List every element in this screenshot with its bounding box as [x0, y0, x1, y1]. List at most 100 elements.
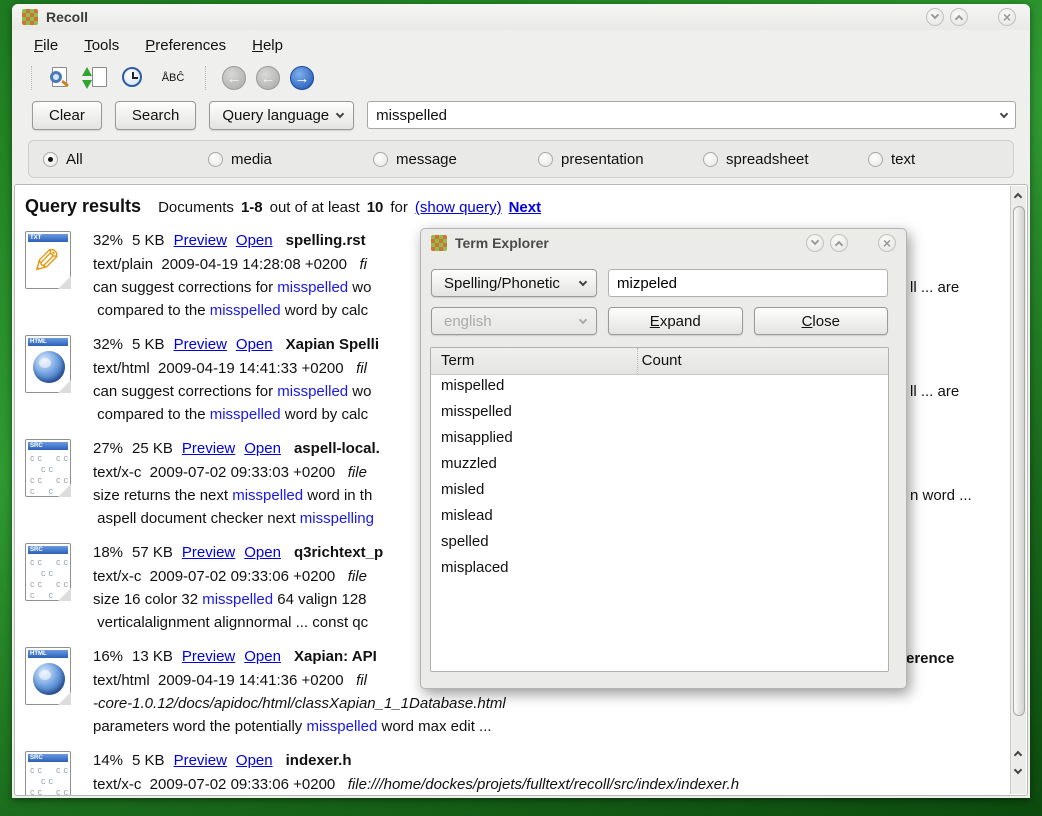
menu-preferences[interactable]: Preferences — [145, 37, 226, 54]
snippet-line: size returns the next misspelled word in… — [93, 484, 380, 507]
term-row[interactable]: misspelled — [431, 401, 888, 427]
dialog-close-action-button[interactable]: Close — [754, 307, 889, 335]
snippet-text: fi — [359, 256, 367, 273]
clear-button[interactable]: Clear — [32, 101, 102, 130]
term-row[interactable]: mislead — [431, 505, 888, 531]
filter-presentation[interactable]: presentation — [538, 151, 703, 168]
menu-tools[interactable]: Tools — [84, 37, 119, 54]
scroll-up-button[interactable] — [1011, 746, 1027, 762]
preview-link[interactable]: Preview — [174, 229, 227, 252]
search-input[interactable] — [376, 107, 1001, 124]
preview-link[interactable]: Preview — [174, 749, 227, 772]
file-type-label: SRC — [28, 754, 68, 762]
tool-bar: ÅBĈ ← ← → — [12, 60, 1030, 96]
open-link[interactable]: Open — [244, 437, 281, 460]
results-scrollbar[interactable] — [1010, 186, 1026, 794]
filter-text[interactable]: text — [868, 151, 915, 168]
src-file-icon[interactable]: SRCcc cc cc cc cc c c — [25, 439, 71, 497]
term-cell: mislead — [431, 505, 637, 531]
next-page-link[interactable]: Next — [509, 199, 542, 216]
chevron-down-icon[interactable] — [1000, 109, 1008, 117]
filter-media[interactable]: media — [208, 151, 373, 168]
highlighted-term: misspelled — [277, 279, 348, 296]
open-link[interactable]: Open — [244, 541, 281, 564]
file-size: 5 KB — [132, 749, 165, 772]
snippet-text: fil — [356, 672, 367, 689]
open-link[interactable]: Open — [236, 749, 273, 772]
scrollbar-thumb[interactable] — [1013, 206, 1025, 716]
src-file-icon[interactable]: SRCcc cc cc cc cc c c — [25, 543, 71, 601]
filter-all[interactable]: All — [43, 151, 208, 168]
scroll-down-button[interactable] — [1011, 764, 1027, 780]
relevance-percent: 32% — [93, 333, 123, 356]
relevance-percent: 16% — [93, 645, 123, 668]
page-fold — [58, 484, 71, 497]
term-row[interactable]: muzzled — [431, 453, 888, 479]
show-query-link[interactable]: (show query) — [415, 199, 502, 216]
snippet-line: text/x-c 2009-07-02 09:33:06 +0200 file:… — [93, 773, 739, 796]
expand-button[interactable]: Expand — [608, 307, 743, 335]
radio-icon[interactable] — [208, 152, 223, 167]
term-row[interactable]: misplaced — [431, 557, 888, 583]
query-language-dropdown[interactable]: Query language — [209, 101, 354, 130]
menu-file[interactable]: File — [34, 37, 58, 54]
dialog-shade-down-button[interactable] — [806, 234, 824, 252]
preview-link[interactable]: Preview — [174, 333, 227, 356]
radio-icon[interactable] — [868, 152, 883, 167]
dialog-shade-up-button[interactable] — [830, 234, 848, 252]
sort-parameters-icon[interactable] — [84, 65, 110, 91]
snippet-line: aspell document checker next misspelling — [93, 507, 380, 530]
search-button[interactable]: Search — [115, 101, 197, 130]
dialog-close-button[interactable]: × — [878, 234, 896, 252]
term-row[interactable]: mispelled — [431, 375, 888, 401]
chevron-down-icon — [579, 315, 587, 323]
advanced-search-icon[interactable] — [48, 65, 74, 91]
search-combo[interactable] — [367, 101, 1016, 129]
title-bar[interactable]: Recoll × — [12, 4, 1030, 30]
radio-icon[interactable] — [373, 152, 388, 167]
filter-spreadsheet[interactable]: spreadsheet — [703, 151, 868, 168]
radio-icon[interactable] — [43, 152, 58, 167]
term-input[interactable] — [617, 275, 879, 292]
term-table: Term Count mispelledmisspelledmisapplied… — [430, 347, 889, 672]
radio-icon[interactable] — [538, 152, 553, 167]
file-type-label: HTML — [28, 650, 68, 658]
txt-file-icon[interactable]: TXT✎ — [25, 231, 71, 289]
snippet-text: can suggest corrections for — [93, 383, 277, 400]
term-column-header[interactable]: Term — [431, 348, 637, 374]
term-explorer-icon[interactable]: ÅBĈ — [156, 65, 192, 91]
next-page-arrow-icon[interactable]: → — [290, 66, 314, 90]
snippet-line: can suggest corrections for misspelled w… — [93, 276, 371, 299]
filter-message[interactable]: message — [373, 151, 538, 168]
open-link[interactable]: Open — [244, 645, 281, 668]
open-link[interactable]: Open — [236, 333, 273, 356]
close-button[interactable]: × — [998, 8, 1016, 26]
snippet-text: wo — [348, 279, 371, 296]
snippet-line: verticalalignment alignnormal ... const … — [93, 611, 383, 634]
term-row[interactable]: misapplied — [431, 427, 888, 453]
open-link[interactable]: Open — [236, 229, 273, 252]
history-clock-icon[interactable] — [120, 65, 146, 91]
preview-link[interactable]: Preview — [182, 645, 235, 668]
preview-link[interactable]: Preview — [182, 437, 235, 460]
snippet-line: text/x-c 2009-07-02 09:33:06 +0200 file — [93, 565, 383, 588]
relevance-percent: 32% — [93, 229, 123, 252]
count-column-header[interactable]: Count — [637, 348, 682, 374]
src-file-icon[interactable]: SRCcc cc cc cc cc c c — [25, 751, 71, 796]
html-file-icon[interactable]: HTML — [25, 335, 71, 393]
dialog-title-bar[interactable]: Term Explorer × — [421, 229, 906, 257]
radio-icon[interactable] — [703, 152, 718, 167]
language-dropdown: english — [431, 307, 597, 335]
shade-up-button[interactable] — [950, 8, 968, 26]
snippet-text: file:///home/dockes/projets/fulltext/rec… — [348, 776, 739, 793]
term-input-box[interactable] — [608, 269, 888, 297]
term-row[interactable]: misled — [431, 479, 888, 505]
snippet-text: fil — [356, 360, 367, 377]
shade-down-button[interactable] — [926, 8, 944, 26]
term-row[interactable]: spelled — [431, 531, 888, 557]
menu-help[interactable]: Help — [252, 37, 283, 54]
preview-link[interactable]: Preview — [182, 541, 235, 564]
expansion-mode-dropdown[interactable]: Spelling/Phonetic — [431, 269, 597, 297]
html-file-icon[interactable]: HTML — [25, 647, 71, 705]
scroll-up-button[interactable] — [1011, 188, 1027, 204]
